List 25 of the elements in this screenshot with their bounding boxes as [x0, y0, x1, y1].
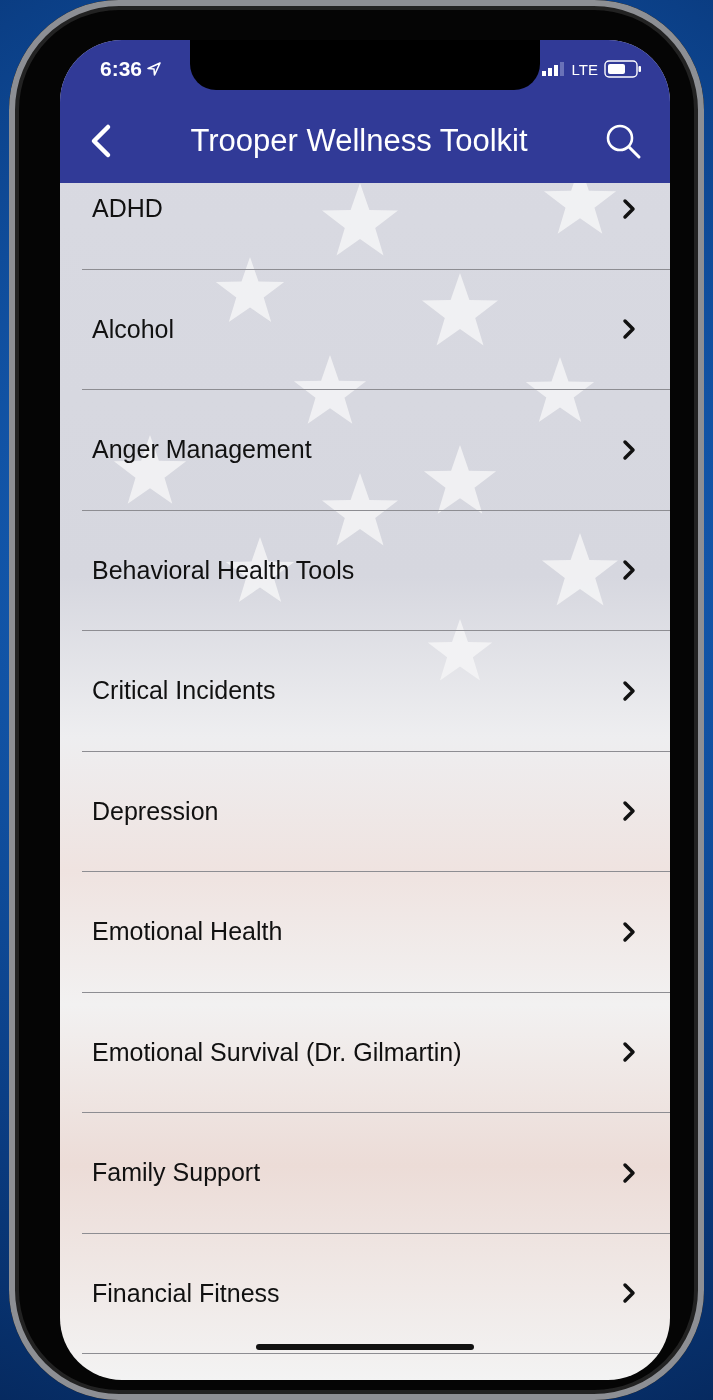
list-item[interactable]: Depression: [82, 751, 670, 872]
chevron-right-icon: [622, 197, 636, 220]
list-item[interactable]: Critical Incidents: [82, 631, 670, 752]
battery-icon: [604, 60, 642, 78]
list-item[interactable]: Alcohol: [82, 269, 670, 390]
list-item[interactable]: Emotional Survival (Dr. Gilmartin): [82, 992, 670, 1113]
signal-icon: [541, 62, 566, 76]
list-item[interactable]: Emotional Health: [82, 872, 670, 993]
network-label: LTE: [571, 60, 598, 78]
list-item[interactable]: ADHD: [82, 183, 670, 270]
chevron-right-icon: [622, 438, 636, 461]
chevron-right-icon: [622, 318, 636, 341]
list-item[interactable]: Anger Management: [82, 390, 670, 511]
list-item[interactable]: Behavioral Health Tools: [82, 510, 670, 631]
status-time: 6:36: [100, 57, 163, 81]
chevron-right-icon: [622, 679, 636, 702]
screen-title: Trooper Wellness Toolkit: [190, 122, 528, 159]
list-item[interactable]: Family Support: [82, 1113, 670, 1234]
chevron-right-icon: [622, 920, 636, 943]
chevron-right-icon: [622, 1282, 636, 1305]
chevron-right-icon: [622, 1041, 636, 1064]
location-arrow-icon: [146, 61, 163, 77]
chevron-right-icon: [622, 800, 636, 823]
chevron-right-icon: [622, 1161, 636, 1184]
chevron-right-icon: [622, 559, 636, 582]
